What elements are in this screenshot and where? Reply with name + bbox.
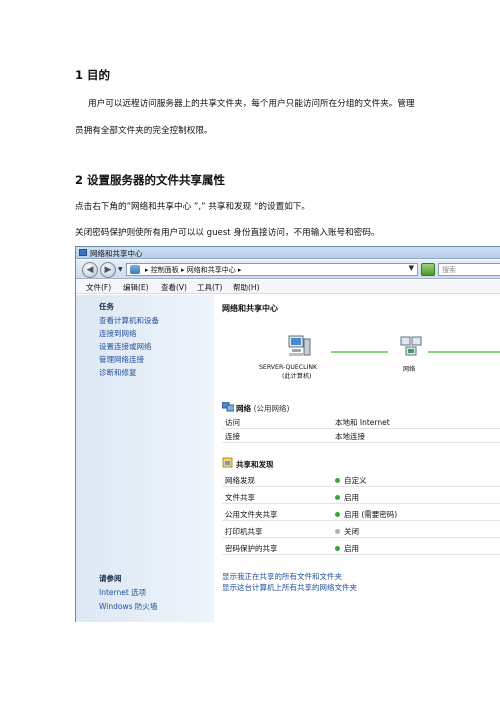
see-also-heading: 请参阅 [99, 574, 122, 583]
network-section-icon [222, 402, 234, 412]
row-key: 文件共享 [225, 493, 255, 502]
menu-view[interactable]: 查看(V) [161, 282, 187, 293]
link-show-shared-network-folders[interactable]: 显示这台计算机上所有共享的网络文件夹 [222, 582, 357, 593]
sharing-heading: 共享和发现 [236, 460, 274, 469]
sidebar-link-internet-options[interactable]: Internet 选项 [99, 587, 146, 598]
connection-line [331, 351, 388, 353]
computer-name: SERVER-QUECLINK [259, 364, 318, 371]
sharing-row-password-protected[interactable]: 密码保护的共享 启用 [222, 541, 500, 555]
row-key: 连接 [225, 432, 240, 441]
back-button[interactable]: ◀ [82, 262, 98, 278]
refresh-button[interactable] [421, 263, 435, 276]
row-value-text: 启用 [344, 544, 359, 553]
row-key: 公用文件夹共享 [225, 510, 278, 519]
window-title: 网络和共享中心 [90, 249, 143, 258]
menu-file[interactable]: 文件(F) [86, 282, 111, 293]
network-heading-text: 网络 [236, 404, 251, 413]
sharing-row-printer-sharing[interactable]: 打印机共享 关闭 [222, 524, 500, 538]
recent-pages-dropdown-icon[interactable]: ▼ [118, 266, 123, 273]
section-2-heading: 2 设置服务器的文件共享属性 [75, 173, 226, 187]
network-heading: 网络 (公用网络) [236, 403, 289, 414]
link-show-my-shared-files[interactable]: 显示我正在共享的所有文件和文件夹 [222, 571, 342, 582]
address-dropdown-icon[interactable]: ▼ [409, 264, 414, 272]
network-sharing-center-window: 网络和共享中心 ◀ ▶ ▼ ▸ 控制面板 ▸ 网络和共享中心 ▸ ▼ 搜索 文件… [75, 246, 500, 622]
section-2-paragraph-2: 关闭密码保护则使所有用户可以以 guest 身份直接访问，不用输入账号和密码。 [75, 228, 380, 238]
search-input[interactable]: 搜索 [438, 263, 500, 276]
sharing-row-public-folder[interactable]: 公用文件夹共享 启用 (需要密码) [222, 507, 500, 521]
section-1-heading: 1 目的 [75, 68, 111, 82]
computer-sub: (此计算机) [282, 373, 312, 380]
window-titlebar: 网络和共享中心 [76, 247, 500, 259]
row-key: 密码保护的共享 [225, 544, 278, 553]
network-type: (公用网络) [253, 404, 290, 413]
sidebar-link-manage-connections[interactable]: 管理网络连接 [99, 354, 144, 365]
address-bar[interactable]: ▸ 控制面板 ▸ 网络和共享中心 ▸ ▼ [126, 263, 418, 276]
network-icon [79, 249, 87, 256]
row-key: 打印机共享 [225, 527, 263, 536]
row-value-text: 关闭 [344, 527, 359, 536]
main-content: 网络和共享中心 SERVER-QUECLINK (此计算机) 网络 网络 (公用… [214, 295, 500, 622]
network-node-label: 网络 [403, 366, 416, 373]
sidebar-link-view-computers[interactable]: 查看计算机和设备 [99, 315, 159, 326]
page-title: 网络和共享中心 [222, 304, 278, 313]
sharing-row-file-sharing[interactable]: 文件共享 启用 [222, 490, 500, 504]
section-1-paragraph-line-2: 员拥有全部文件夹的完全控制权限。 [75, 126, 213, 136]
control-panel-icon [130, 265, 140, 274]
status-on-icon [335, 495, 340, 500]
status-on-icon [335, 478, 340, 483]
sidebar-link-setup-connection[interactable]: 设置连接或网络 [99, 341, 152, 352]
sharing-section-icon [222, 457, 233, 468]
row-value: 启用 (需要密码) [335, 509, 397, 520]
row-key: 网络发现 [225, 476, 255, 485]
network-row-access: 访问 本地和 Internet [222, 415, 500, 429]
row-value-text: 启用 [344, 493, 359, 502]
menu-bar: 文件(F) 编辑(E) 查看(V) 工具(T) 帮助(H) [76, 280, 500, 294]
row-value: 本地和 Internet [335, 418, 390, 427]
internet-connection-line [428, 351, 500, 353]
address-path: ▸ 控制面板 ▸ 网络和共享中心 ▸ [145, 266, 242, 274]
network-node-icon[interactable] [398, 335, 424, 359]
row-value: 本地连接 [335, 432, 365, 441]
address-toolbar: ◀ ▶ ▼ ▸ 控制面板 ▸ 网络和共享中心 ▸ ▼ 搜索 [76, 260, 500, 279]
row-value: 关闭 [335, 526, 359, 537]
row-value-text: 启用 (需要密码) [344, 510, 398, 519]
computer-icon[interactable] [287, 335, 313, 359]
section-2-paragraph-1: 点击右下角的”网络和共享中心 ”,” 共享和发现 “的设置如下。 [75, 202, 310, 212]
sidebar-link-diagnose[interactable]: 诊断和修复 [99, 367, 137, 378]
row-value: 启用 [335, 543, 359, 554]
status-on-icon [335, 512, 340, 517]
row-value: 启用 [335, 492, 359, 503]
row-value-text: 自定义 [344, 476, 367, 485]
section-1-paragraph-line-1: 用户可以远程访问服务器上的共享文件夹，每个用户只能访问所在分组的文件夹。管理 [88, 99, 415, 109]
status-off-icon [335, 529, 340, 534]
status-on-icon [335, 546, 340, 551]
network-row-connection: 连接 本地连接 [222, 429, 500, 443]
menu-help[interactable]: 帮助(H) [233, 282, 260, 293]
forward-button[interactable]: ▶ [100, 262, 116, 278]
menu-edit[interactable]: 编辑(E) [123, 282, 149, 293]
row-key: 访问 [225, 418, 240, 427]
task-sidebar: 任务 查看计算机和设备 连接到网络 设置连接或网络 管理网络连接 诊断和修复 请… [76, 295, 214, 622]
sidebar-link-connect[interactable]: 连接到网络 [99, 328, 137, 339]
sidebar-link-windows-firewall[interactable]: Windows 防火墙 [99, 601, 157, 612]
tasks-heading: 任务 [99, 302, 114, 311]
row-value: 自定义 [335, 475, 367, 486]
search-placeholder: 搜索 [442, 266, 456, 274]
sharing-row-network-discovery[interactable]: 网络发现 自定义 [222, 473, 500, 487]
menu-tools[interactable]: 工具(T) [197, 282, 222, 293]
